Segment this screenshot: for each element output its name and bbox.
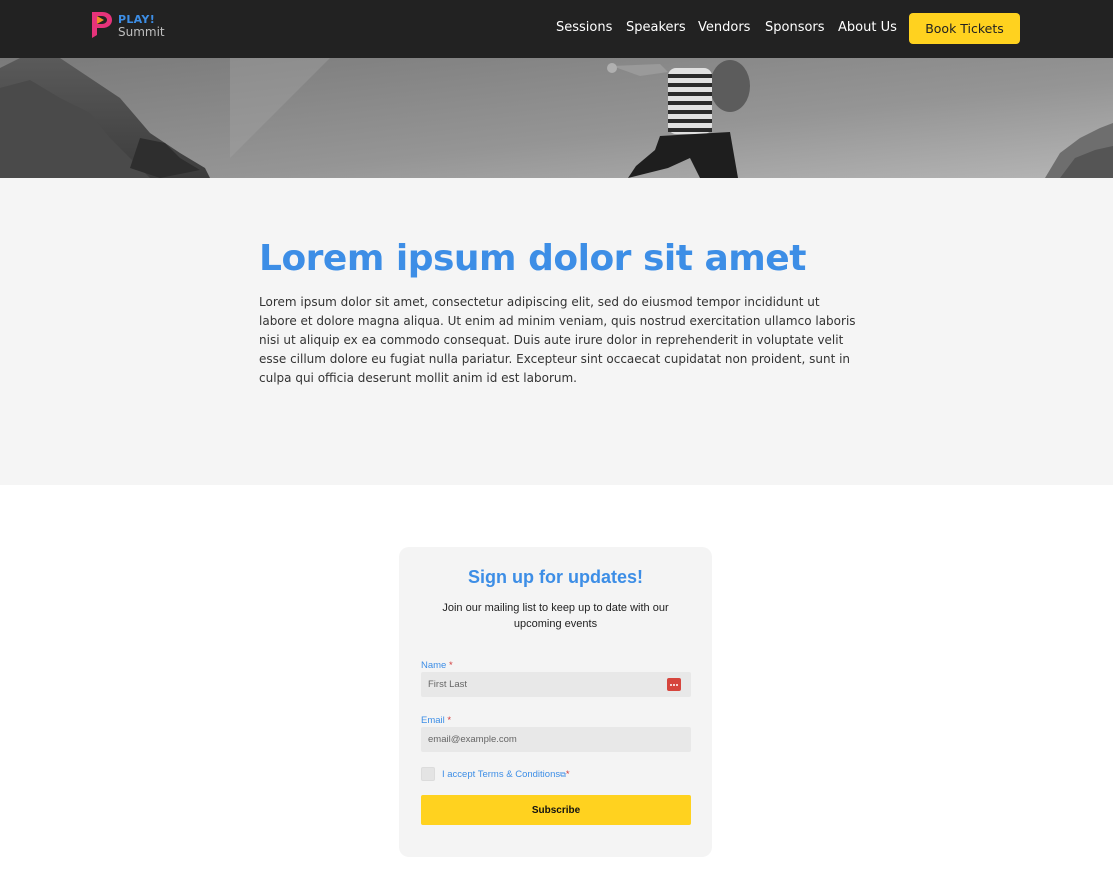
- email-label: Email *: [421, 715, 451, 726]
- logo-summit-text: Summit: [118, 25, 165, 39]
- nav-sessions[interactable]: Sessions: [556, 20, 612, 35]
- signup-title: Sign up for updates!: [468, 567, 643, 587]
- required-mark: *: [565, 769, 570, 780]
- logo[interactable]: PLAY! Summit: [90, 10, 170, 42]
- email-label-text: Email: [421, 715, 445, 726]
- name-placeholder: First Last: [428, 679, 468, 690]
- terms-label: I accept Terms & Conditions⧉*: [442, 769, 570, 780]
- nav-about-us[interactable]: About Us: [838, 20, 897, 35]
- name-field[interactable]: First Last: [421, 672, 691, 697]
- signup-description: Join our mailing list to keep up to date…: [442, 602, 669, 630]
- hero-image: [0, 58, 1113, 178]
- intro-section: Lorem ipsum dolor sit amet Lorem ipsum d…: [0, 178, 1113, 485]
- site-header: PLAY! Summit Sessions Speakers Vendors S…: [0, 0, 1113, 58]
- name-label: Name *: [421, 660, 453, 671]
- logo-text: PLAY! Summit: [118, 14, 165, 39]
- hero-photo: [0, 58, 1113, 178]
- required-mark: *: [447, 715, 452, 726]
- nav-sponsors[interactable]: Sponsors: [765, 20, 825, 35]
- nav-vendors[interactable]: Vendors: [698, 20, 750, 35]
- subscribe-button[interactable]: Subscribe: [421, 795, 691, 825]
- email-placeholder: email@example.com: [428, 734, 517, 745]
- name-label-text: Name: [421, 660, 447, 671]
- terms-link[interactable]: I accept Terms & Conditions: [442, 769, 560, 780]
- page-title: Lorem ipsum dolor sit amet: [259, 238, 806, 279]
- password-manager-icon[interactable]: [667, 678, 681, 691]
- nav-speakers[interactable]: Speakers: [626, 20, 686, 35]
- email-field[interactable]: email@example.com: [421, 727, 691, 752]
- intro-paragraph: Lorem ipsum dolor sit amet, consectetur …: [259, 295, 856, 385]
- signup-form: Sign up for updates! Join our mailing li…: [399, 547, 712, 857]
- book-tickets-button[interactable]: Book Tickets: [909, 13, 1020, 44]
- required-mark: *: [448, 660, 453, 671]
- terms-checkbox[interactable]: [421, 767, 435, 781]
- logo-mark-icon: [92, 12, 112, 38]
